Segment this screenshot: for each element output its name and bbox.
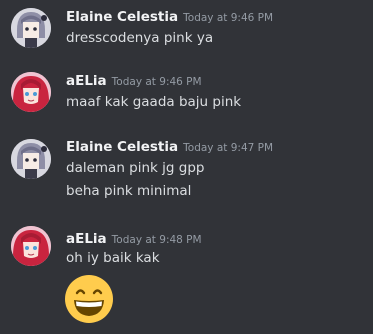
- message-header: Elaine Celestia Today at 9:47 PM: [66, 137, 273, 157]
- message-text: oh iy baik kak: [66, 250, 160, 266]
- avatar[interactable]: [11, 8, 51, 48]
- avatar[interactable]: [11, 139, 51, 179]
- message-group: aELia Today at 9:46 PM maaf kak gaada baj…: [0, 58, 373, 126]
- message-timestamp[interactable]: Today at 9:48 PM: [112, 234, 202, 246]
- message-header: Elaine Celestia Today at 9:46 PM: [66, 7, 273, 27]
- message-timestamp[interactable]: Today at 9:46 PM: [183, 12, 273, 24]
- message-timestamp[interactable]: Today at 9:47 PM: [183, 142, 273, 154]
- chibi-grey-hair-avatar-icon: [11, 139, 51, 179]
- message-text: dresscodenya pink ya: [66, 30, 214, 46]
- grinning-face-emoji-icon[interactable]: [64, 274, 114, 324]
- message-group: Elaine Celestia Today at 9:46 PM dresscod…: [0, 0, 373, 58]
- author-name[interactable]: Elaine Celestia: [66, 139, 178, 155]
- anime-red-hair-avatar-icon: [11, 226, 51, 266]
- message-group: Elaine Celestia Today at 9:47 PM daleman …: [0, 126, 373, 216]
- anime-red-hair-avatar-icon: [11, 72, 51, 112]
- avatar[interactable]: [11, 226, 51, 266]
- author-name[interactable]: aELia: [66, 231, 107, 247]
- message-text: daleman pink jg gpp: [66, 160, 205, 176]
- message-group: aELia Today at 9:48 PM oh iy baik kak: [0, 216, 373, 334]
- author-name[interactable]: aELia: [66, 73, 107, 89]
- message-text: beha pink minimal: [66, 183, 192, 199]
- avatar[interactable]: [11, 72, 51, 112]
- author-name[interactable]: Elaine Celestia: [66, 9, 178, 25]
- message-text: maaf kak gaada baju pink: [66, 94, 242, 110]
- message-timestamp[interactable]: Today at 9:46 PM: [112, 76, 202, 88]
- chibi-grey-hair-avatar-icon: [11, 8, 51, 48]
- message-header: aELia Today at 9:46 PM: [66, 71, 202, 91]
- message-header: aELia Today at 9:48 PM: [66, 229, 202, 249]
